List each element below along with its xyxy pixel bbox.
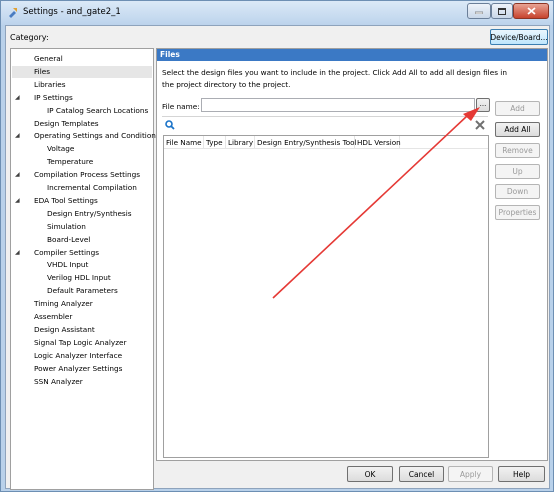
window-title: Settings - and_gate2_1 xyxy=(23,7,121,17)
files-description: Select the design files you want to incl… xyxy=(162,68,507,89)
category-label: Category: xyxy=(10,33,49,42)
add-all-button[interactable]: Add All xyxy=(495,122,540,137)
close-window-button[interactable] xyxy=(513,3,549,19)
tree-item-signal-tap-logic-analyzer[interactable]: Signal Tap Logic Analyzer xyxy=(12,337,152,349)
tree-item-label: IP Settings xyxy=(34,92,73,102)
tree-item-label: Design Assistant xyxy=(34,324,95,334)
app-icon xyxy=(9,8,17,18)
tree-item-voltage[interactable]: Voltage xyxy=(12,143,152,155)
maximize-icon xyxy=(498,7,506,15)
close-icon xyxy=(526,7,536,15)
tree-item-general[interactable]: General xyxy=(12,53,152,65)
minimize-icon xyxy=(475,11,483,14)
tree-item-assembler[interactable]: Assembler xyxy=(12,311,152,323)
add-button[interactable]: Add xyxy=(495,101,540,116)
tree-item-board-level[interactable]: Board-Level xyxy=(12,234,152,246)
dialog-client-area: Category: Device/Board... General Files Li… xyxy=(5,25,550,490)
tree-item-label: Compilation Process Settings xyxy=(34,170,141,180)
files-table[interactable]: File Name Type Library Design Entry/Synthes… xyxy=(163,135,489,458)
tree-item-label: Verilog HDL Input xyxy=(47,273,111,283)
tree-item-label: IP Catalog Search Locations xyxy=(47,105,149,115)
tree-item-logic-analyzer-interface[interactable]: Logic Analyzer Interface xyxy=(12,350,152,362)
category-tree[interactable]: General Files Libraries ◢ IP Settings IP Cata… xyxy=(10,48,160,490)
tree-item-label: Default Parameters xyxy=(47,286,118,296)
table-header-row: File Name Type Library Design Entry/Synthes… xyxy=(164,136,488,149)
tree-item-ssn-analyzer[interactable]: SSN Analyzer xyxy=(12,376,152,388)
tree-item-label: Power Analyzer Settings xyxy=(34,363,123,373)
tree-item-label: Operating Settings and Conditions xyxy=(34,131,160,141)
tree-item-label: Files xyxy=(34,66,51,76)
tree-item-libraries[interactable]: Libraries xyxy=(12,79,152,91)
cancel-button[interactable]: Cancel xyxy=(399,466,444,482)
tree-item-temperature[interactable]: Temperature xyxy=(12,156,152,168)
tree-item-ip-catalog-search-locations[interactable]: IP Catalog Search Locations xyxy=(12,105,152,117)
tree-item-label: EDA Tool Settings xyxy=(34,195,98,205)
file-name-input[interactable] xyxy=(201,98,475,112)
tree-item-label: Assembler xyxy=(34,312,73,321)
tree-item-verilog-hdl-input[interactable]: Verilog HDL Input xyxy=(12,272,152,284)
tree-item-label: General xyxy=(34,54,63,63)
down-button[interactable]: Down xyxy=(495,184,540,199)
tree-item-label: Design Templates xyxy=(34,118,99,128)
tree-item-design-templates[interactable]: Design Templates xyxy=(12,118,152,130)
tree-item-timing-analyzer[interactable]: Timing Analyzer xyxy=(12,298,152,310)
title-bar[interactable]: Settings - and_gate2_1 xyxy=(1,1,553,25)
tree-item-label: SSN Analyzer xyxy=(34,376,83,386)
tree-item-label: Incremental Compilation xyxy=(47,183,137,192)
expand-arrow-icon[interactable]: ◢ xyxy=(15,195,20,207)
search-icon[interactable] xyxy=(165,120,175,130)
tree-item-incremental-compilation[interactable]: Incremental Compilation xyxy=(12,182,152,194)
tree-item-label: Temperature xyxy=(47,157,94,167)
tree-item-label: Board-Level xyxy=(47,234,91,244)
browse-button[interactable]: ... xyxy=(476,98,490,112)
expand-arrow-icon[interactable]: ◢ xyxy=(15,169,20,181)
tree-item-label: Libraries xyxy=(34,79,66,89)
tree-item-operating-settings-and-conditions[interactable]: ◢ Operating Settings and Conditions xyxy=(12,130,160,142)
remove-button[interactable]: Remove xyxy=(495,143,540,158)
ok-button[interactable]: OK xyxy=(347,466,393,482)
tree-item-label: Simulation xyxy=(47,221,86,231)
expand-arrow-icon[interactable]: ◢ xyxy=(15,92,20,104)
tree-item-simulation[interactable]: Simulation xyxy=(12,221,152,233)
tree-item-label: Logic Analyzer Interface xyxy=(34,350,123,360)
tree-item-design-entry-synthesis[interactable]: Design Entry/Synthesis xyxy=(12,208,152,220)
tree-item-default-parameters[interactable]: Default Parameters xyxy=(12,285,152,297)
tree-item-label: Compiler Settings xyxy=(34,247,100,257)
up-button[interactable]: Up xyxy=(495,164,540,179)
expand-arrow-icon[interactable]: ◢ xyxy=(15,130,20,142)
device-board-button[interactable]: Device/Board... xyxy=(490,29,548,45)
file-name-label: File name: xyxy=(162,102,200,111)
properties-button[interactable]: Properties xyxy=(495,205,540,220)
settings-window: Settings - and_gate2_1 Category: Device/… xyxy=(0,0,554,492)
tree-item-design-assistant[interactable]: Design Assistant xyxy=(12,324,152,336)
tree-item-compiler-settings[interactable]: ◢ Compiler Settings xyxy=(12,247,152,259)
help-button[interactable]: Help xyxy=(498,466,545,482)
column-header-library[interactable]: Library xyxy=(226,136,255,149)
maximize-button[interactable] xyxy=(491,3,513,19)
column-header-file-name[interactable]: File Name xyxy=(164,136,204,149)
tree-item-eda-tool-settings[interactable]: ◢ EDA Tool Settings xyxy=(12,195,152,207)
apply-button[interactable]: Apply xyxy=(448,466,493,482)
tree-item-vhdl-input[interactable]: VHDL Input xyxy=(12,259,152,271)
tree-item-label: Timing Analyzer xyxy=(34,299,93,309)
panel-header: Files xyxy=(157,49,547,61)
tree-item-files[interactable]: Files xyxy=(12,65,152,78)
tree-item-label: Design Entry/Synthesis xyxy=(47,208,132,218)
tree-item-label: Signal Tap Logic Analyzer xyxy=(34,337,127,347)
minimize-button[interactable] xyxy=(467,3,491,19)
tree-item-label: VHDL Input xyxy=(47,260,89,270)
clear-filter-icon[interactable] xyxy=(475,120,485,130)
files-panel: Files Select the design files you want t… xyxy=(156,48,548,461)
tree-item-label: Voltage xyxy=(47,144,75,154)
divider xyxy=(162,116,488,117)
expand-arrow-icon[interactable]: ◢ xyxy=(15,247,20,259)
tree-item-ip-settings[interactable]: ◢ IP Settings xyxy=(12,92,152,104)
tree-item-power-analyzer-settings[interactable]: Power Analyzer Settings xyxy=(12,363,152,375)
tree-item-compilation-process-settings[interactable]: ◢ Compilation Process Settings xyxy=(12,169,152,181)
column-header-type[interactable]: Type xyxy=(204,136,226,149)
column-header-design-entry-synthesis-tool[interactable]: Design Entry/Synthesis Tool xyxy=(255,136,357,149)
column-header-hdl-version[interactable]: HDL Version xyxy=(355,136,401,149)
